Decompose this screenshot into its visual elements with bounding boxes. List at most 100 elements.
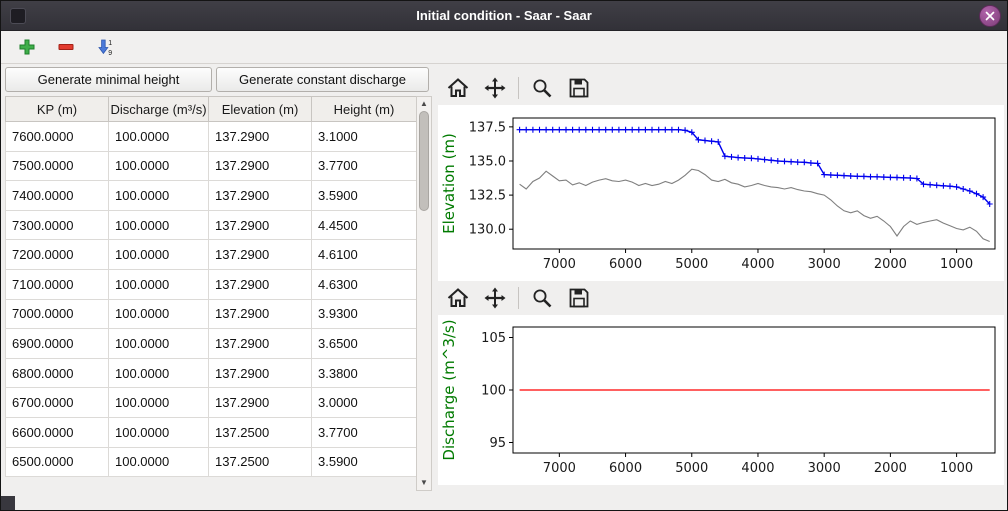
table-cell[interactable]: 100.0000 [109, 240, 209, 270]
table-cell[interactable]: 137.2900 [209, 269, 312, 299]
table-cell[interactable]: 137.2900 [209, 358, 312, 388]
table-row[interactable]: 6700.0000100.0000137.29003.0000 [6, 388, 417, 418]
table-cell[interactable]: 7200.0000 [6, 240, 109, 270]
column-header[interactable]: Discharge (m³/s) [109, 97, 209, 122]
table-cell[interactable]: 137.2900 [209, 329, 312, 359]
scrollbar-down-arrow[interactable]: ▼ [417, 478, 431, 488]
table-cell[interactable]: 3.9300 [312, 299, 417, 329]
table-cell[interactable]: 4.6100 [312, 240, 417, 270]
table-cell[interactable]: 137.2900 [209, 299, 312, 329]
table-cell[interactable]: 100.0000 [109, 447, 209, 477]
table-row[interactable]: 7000.0000100.0000137.29003.9300 [6, 299, 417, 329]
table-cell[interactable]: 7400.0000 [6, 181, 109, 211]
table-row[interactable]: 6900.0000100.0000137.29003.6500 [6, 329, 417, 359]
table-cell[interactable]: 3.7700 [312, 417, 417, 447]
svg-text:2000: 2000 [874, 257, 907, 272]
close-button[interactable] [979, 5, 1001, 27]
table-cell[interactable]: 3.3800 [312, 358, 417, 388]
table-cell[interactable]: 3.7700 [312, 151, 417, 181]
column-header[interactable]: Height (m) [312, 97, 417, 122]
table-cell[interactable]: 137.2500 [209, 417, 312, 447]
table-cell[interactable]: 6500.0000 [6, 447, 109, 477]
table-row[interactable]: 7500.0000100.0000137.29003.7700 [6, 151, 417, 181]
table-row[interactable]: 7100.0000100.0000137.29004.6300 [6, 269, 417, 299]
chart-zoom-button[interactable] [528, 74, 556, 102]
svg-text:3000: 3000 [808, 257, 841, 272]
table-cell[interactable]: 100.0000 [109, 269, 209, 299]
chart-home-button[interactable] [444, 284, 472, 312]
add-row-button[interactable] [14, 34, 40, 60]
table-cell[interactable]: 137.2900 [209, 388, 312, 418]
table-cell[interactable]: 100.0000 [109, 358, 209, 388]
chart-canvas[interactable]: 700060005000400030002000100095100105Disc… [438, 315, 1004, 485]
chart-pan-button[interactable] [481, 284, 509, 312]
table-cell[interactable]: 100.0000 [109, 417, 209, 447]
generate-constant-discharge-button[interactable]: Generate constant discharge [216, 67, 429, 92]
column-header[interactable]: KP (m) [6, 97, 109, 122]
table-cell[interactable]: 137.2900 [209, 210, 312, 240]
sort-button[interactable]: 1 9 [92, 34, 118, 60]
table-cell[interactable]: 100.0000 [109, 329, 209, 359]
table-row[interactable]: 7600.0000100.0000137.29003.1000 [6, 122, 417, 152]
chart-pan-button[interactable] [481, 74, 509, 102]
remove-row-button[interactable] [53, 34, 79, 60]
table-cell[interactable]: 3.5900 [312, 447, 417, 477]
chart-home-button[interactable] [444, 74, 472, 102]
table-cell[interactable]: 100.0000 [109, 181, 209, 211]
table-cell[interactable]: 3.0000 [312, 388, 417, 418]
table-cell[interactable]: 7000.0000 [6, 299, 109, 329]
svg-text:9: 9 [108, 50, 112, 56]
discharge-chart[interactable]: 700060005000400030002000100095100105Disc… [438, 315, 1004, 485]
scrollbar-thumb[interactable] [419, 111, 429, 211]
table-cell[interactable]: 137.2900 [209, 240, 312, 270]
generate-minimal-height-button[interactable]: Generate minimal height [5, 67, 212, 92]
table-cell[interactable]: 100.0000 [109, 388, 209, 418]
table-cell[interactable]: 6800.0000 [6, 358, 109, 388]
table-cell[interactable]: 137.2900 [209, 122, 312, 152]
table-row[interactable]: 6600.0000100.0000137.25003.7700 [6, 417, 417, 447]
table-cell[interactable]: 7500.0000 [6, 151, 109, 181]
table-cell[interactable]: 3.1000 [312, 122, 417, 152]
table-cell[interactable]: 6900.0000 [6, 329, 109, 359]
svg-text:1000: 1000 [940, 257, 973, 272]
table-row[interactable]: 6800.0000100.0000137.29003.3800 [6, 358, 417, 388]
column-header[interactable]: Elevation (m) [209, 97, 312, 122]
svg-text:135.0: 135.0 [469, 154, 506, 169]
table-cell[interactable]: 100.0000 [109, 210, 209, 240]
elevation-chart[interactable]: 7000600050004000300020001000130.0132.513… [438, 105, 1004, 281]
window-resize-grip[interactable] [1, 496, 15, 510]
svg-text:100: 100 [481, 384, 506, 399]
svg-text:1: 1 [108, 40, 112, 47]
table-cell[interactable]: 4.6300 [312, 269, 417, 299]
table-cell[interactable]: 7600.0000 [6, 122, 109, 152]
svg-text:Discharge (m^3/s): Discharge (m^3/s) [440, 319, 458, 460]
table-row[interactable]: 7400.0000100.0000137.29003.5900 [6, 181, 417, 211]
svg-text:105: 105 [481, 331, 506, 346]
move-icon [483, 286, 507, 310]
titlebar[interactable]: Initial condition - Saar - Saar [1, 1, 1007, 31]
table-cell[interactable]: 137.2500 [209, 447, 312, 477]
table-cell[interactable]: 6700.0000 [6, 388, 109, 418]
svg-text:132.5: 132.5 [469, 189, 506, 204]
scrollbar-up-arrow[interactable]: ▲ [417, 99, 431, 109]
chart-save-button[interactable] [565, 74, 593, 102]
table-scrollbar[interactable]: ▲ ▼ [416, 96, 432, 491]
table-cell[interactable]: 6600.0000 [6, 417, 109, 447]
table-cell[interactable]: 137.2900 [209, 181, 312, 211]
chart-save-button[interactable] [565, 284, 593, 312]
table-cell[interactable]: 7100.0000 [6, 269, 109, 299]
table-row[interactable]: 7200.0000100.0000137.29004.6100 [6, 240, 417, 270]
table-cell[interactable]: 4.4500 [312, 210, 417, 240]
table-cell[interactable]: 7300.0000 [6, 210, 109, 240]
table-cell[interactable]: 100.0000 [109, 151, 209, 181]
chart-canvas[interactable]: 7000600050004000300020001000130.0132.513… [438, 105, 1004, 281]
table-row[interactable]: 6500.0000100.0000137.25003.5900 [6, 447, 417, 477]
table-cell[interactable]: 137.2900 [209, 151, 312, 181]
table-cell[interactable]: 100.0000 [109, 122, 209, 152]
table-cell[interactable]: 100.0000 [109, 299, 209, 329]
table-cell[interactable]: 3.6500 [312, 329, 417, 359]
initial-condition-table: KP (m)Discharge (m³/s)Elevation (m)Heigh… [5, 96, 416, 477]
table-row[interactable]: 7300.0000100.0000137.29004.4500 [6, 210, 417, 240]
chart-zoom-button[interactable] [528, 284, 556, 312]
table-cell[interactable]: 3.5900 [312, 181, 417, 211]
